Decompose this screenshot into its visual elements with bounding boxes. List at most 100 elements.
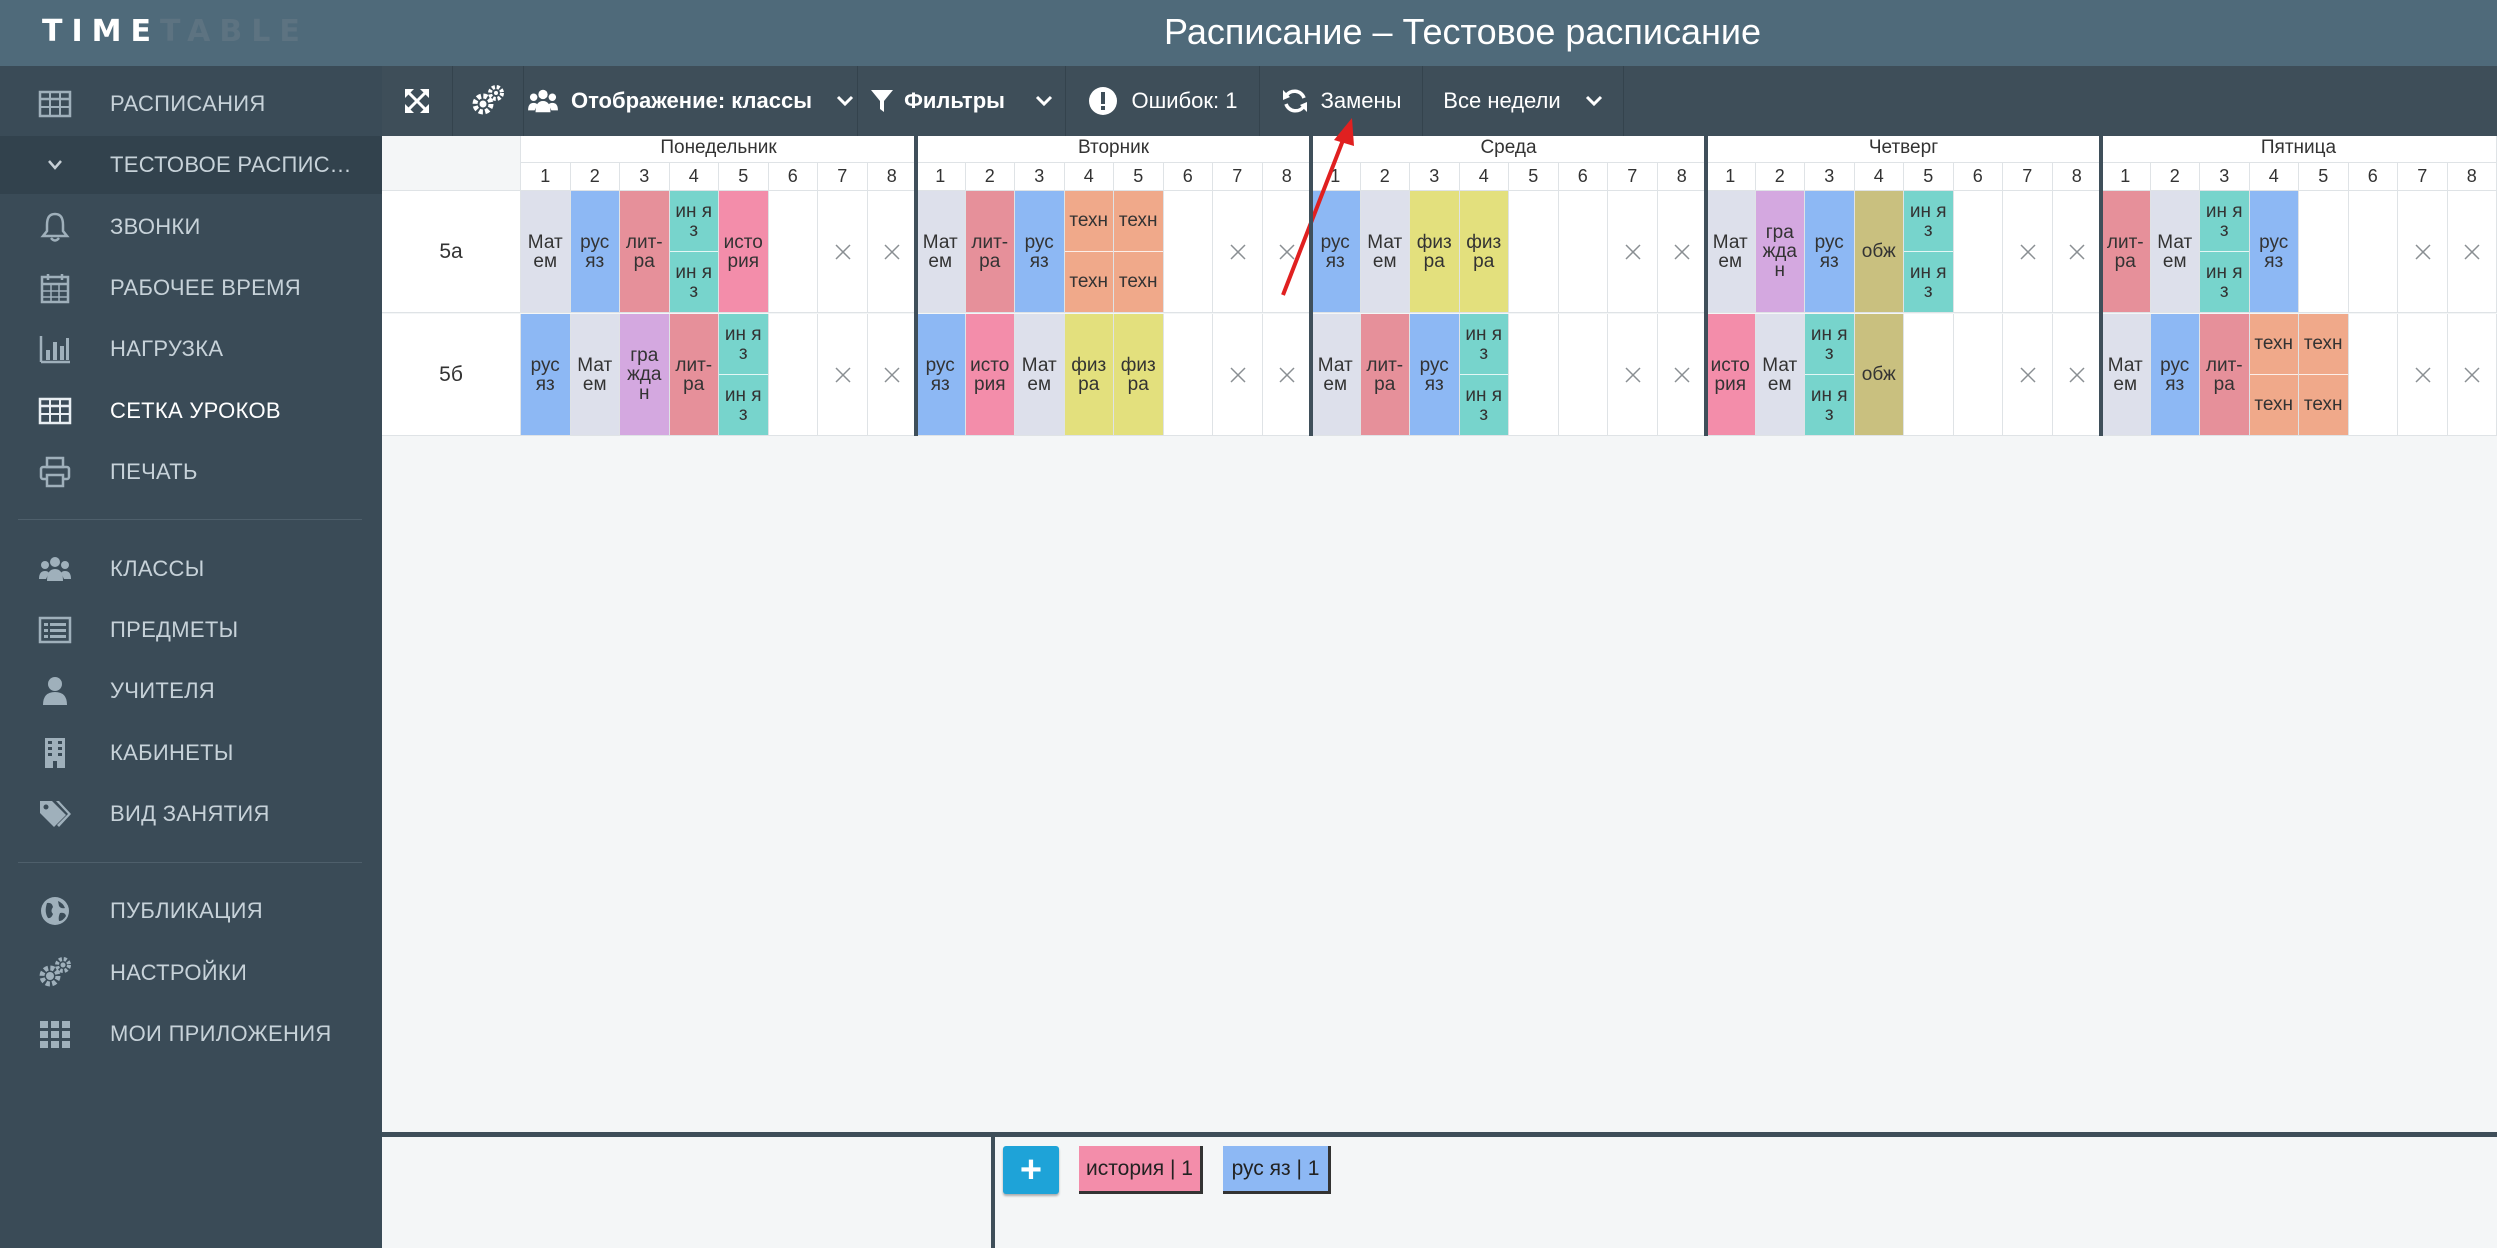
sidebar-item-work-time[interactable]: РАБОЧЕЕ ВРЕМЯ xyxy=(0,259,382,317)
lesson-card[interactable]: ин я з xyxy=(1904,191,1953,252)
weeks-dropdown[interactable]: Все недели xyxy=(1423,66,1624,136)
lesson-card[interactable]: рус яз xyxy=(521,314,570,435)
lesson-card[interactable]: ин я з xyxy=(669,251,718,312)
schedule-cell[interactable]: физ ра xyxy=(1064,314,1114,436)
schedule-cell[interactable] xyxy=(867,314,917,436)
schedule-cell[interactable] xyxy=(1163,191,1213,313)
schedule-cell[interactable] xyxy=(1904,314,1954,436)
schedule-cell[interactable] xyxy=(1608,314,1658,436)
schedule-cell[interactable] xyxy=(2003,314,2053,436)
bottom-panel-splitter[interactable] xyxy=(991,1137,995,1248)
schedule-cell[interactable]: исто рия xyxy=(965,314,1015,436)
schedule-cell[interactable] xyxy=(1558,191,1608,313)
lesson-card[interactable]: ин я з xyxy=(1904,251,1953,312)
schedule-cell[interactable]: Мат ем xyxy=(570,314,620,436)
schedule-cell[interactable] xyxy=(1657,191,1707,313)
schedule-cell[interactable]: Мат ем xyxy=(2150,191,2200,313)
display-mode-dropdown[interactable]: Отображение: классы xyxy=(524,66,858,136)
schedule-cell[interactable] xyxy=(2299,191,2349,313)
fullscreen-button[interactable] xyxy=(382,66,453,136)
schedule-cell[interactable] xyxy=(2348,191,2398,313)
lesson-card[interactable]: лит-ра xyxy=(669,314,718,435)
schedule-cell[interactable]: лит-ра xyxy=(669,314,719,436)
schedule-cell[interactable]: техн техн xyxy=(2299,314,2349,436)
schedule-cell[interactable]: техн техн xyxy=(1064,191,1114,313)
lesson-card[interactable]: обж xyxy=(1854,314,1903,435)
schedule-cell[interactable] xyxy=(1953,314,2003,436)
lesson-card[interactable]: ин я з xyxy=(719,374,768,435)
schedule-cell[interactable]: лит-ра xyxy=(1360,314,1410,436)
sidebar-item-test-schedule[interactable]: ТЕСТОВОЕ РАСПИСАНИЕ xyxy=(0,136,382,194)
lesson-card[interactable]: гра жда н xyxy=(620,314,669,435)
lesson-card[interactable]: ин я з xyxy=(2200,191,2249,252)
sidebar-item-classes[interactable]: КЛАССЫ xyxy=(0,540,382,598)
sidebar-item-workload[interactable]: НАГРУЗКА xyxy=(0,320,382,378)
sidebar-item-publication[interactable]: ПУБЛИКАЦИЯ xyxy=(0,882,382,940)
schedule-cell[interactable]: гра жда н xyxy=(620,314,670,436)
schedule-cell[interactable]: рус яз xyxy=(1015,191,1065,313)
lesson-card[interactable]: лит-ра xyxy=(2200,314,2249,435)
schedule-cell[interactable] xyxy=(1213,191,1263,313)
schedule-cell[interactable]: рус яз xyxy=(916,314,966,436)
schedule-cell[interactable]: Мат ем xyxy=(916,191,966,313)
lesson-card[interactable]: Мат ем xyxy=(1706,191,1755,312)
lesson-card[interactable]: техн xyxy=(1114,251,1163,312)
schedule-cell[interactable] xyxy=(867,191,917,313)
schedule-cell[interactable]: Мат ем xyxy=(1706,191,1756,313)
lesson-card[interactable]: Мат ем xyxy=(1015,314,1064,435)
schedule-cell[interactable]: исто рия xyxy=(719,191,769,313)
app-logo[interactable]: TIMETABLE xyxy=(42,14,309,50)
schedule-cell[interactable] xyxy=(2398,191,2448,313)
sidebar-item-bells[interactable]: ЗВОНКИ xyxy=(0,198,382,256)
schedule-cell[interactable] xyxy=(1608,191,1658,313)
schedule-cell[interactable]: Мат ем xyxy=(1755,314,1805,436)
schedule-cell[interactable]: рус яз xyxy=(1805,191,1855,313)
lesson-card[interactable]: техн xyxy=(2249,314,2298,375)
schedule-cell[interactable] xyxy=(2398,314,2448,436)
lesson-card[interactable]: техн xyxy=(2299,314,2348,375)
lesson-card[interactable]: исто рия xyxy=(1706,314,1755,435)
schedule-cell[interactable] xyxy=(1657,314,1707,436)
schedule-cell[interactable]: лит-ра xyxy=(2200,314,2250,436)
class-row-header[interactable]: 5а xyxy=(382,191,521,313)
schedule-cell[interactable]: рус яз xyxy=(1410,314,1460,436)
lesson-card[interactable]: ин я з xyxy=(1459,314,1508,375)
schedule-cell[interactable]: ин я з ин я з xyxy=(1904,191,1954,313)
lesson-card[interactable]: рус яз xyxy=(1015,191,1064,312)
lesson-card[interactable]: рус яз xyxy=(916,314,965,435)
sidebar-item-rooms[interactable]: КАБИНЕТЫ xyxy=(0,724,382,782)
lesson-card[interactable]: обж xyxy=(1854,191,1903,312)
schedule-cell[interactable]: физ ра xyxy=(1410,191,1460,313)
schedule-cell[interactable]: исто рия xyxy=(1706,314,1756,436)
filters-dropdown[interactable]: Фильтры xyxy=(858,66,1066,136)
sidebar-item-lesson-grid[interactable]: СЕТКА УРОКОВ xyxy=(0,382,382,440)
lesson-card[interactable]: гра жда н xyxy=(1755,191,1804,312)
schedule-cell[interactable]: ин я з ин я з xyxy=(719,314,769,436)
lesson-card[interactable]: ин я з xyxy=(2200,251,2249,312)
schedule-cell[interactable] xyxy=(768,191,818,313)
replacements-button[interactable]: Замены xyxy=(1260,66,1423,136)
schedule-cell[interactable]: физ ра xyxy=(1459,191,1509,313)
class-row-header[interactable]: 5б xyxy=(382,314,521,436)
schedule-cell[interactable] xyxy=(818,191,868,313)
schedule-cell[interactable]: лит-ра xyxy=(965,191,1015,313)
lesson-card[interactable]: Мат ем xyxy=(2101,314,2150,435)
lesson-card[interactable]: лит-ра xyxy=(620,191,669,312)
schedule-cell[interactable] xyxy=(1262,191,1312,313)
lesson-card[interactable]: рус яз xyxy=(1311,191,1360,312)
schedule-cell[interactable] xyxy=(1509,191,1559,313)
lesson-card[interactable]: ин я з xyxy=(1459,374,1508,435)
add-lesson-button[interactable]: + xyxy=(1003,1146,1059,1194)
sidebar-item-print[interactable]: ПЕЧАТЬ xyxy=(0,443,382,501)
lesson-card[interactable]: ин я з xyxy=(669,191,718,252)
schedule-cell[interactable]: рус яз xyxy=(1311,191,1361,313)
lesson-card[interactable]: лит-ра xyxy=(965,191,1014,312)
schedule-cell[interactable]: Мат ем xyxy=(1015,314,1065,436)
schedule-cell[interactable]: гра жда н xyxy=(1755,191,1805,313)
schedule-cell[interactable]: ин я з ин я з xyxy=(2200,191,2250,313)
sidebar-item-teachers[interactable]: УЧИТЕЛЯ xyxy=(0,662,382,720)
lesson-card[interactable]: физ ра xyxy=(1459,191,1508,312)
schedule-cell[interactable] xyxy=(2052,314,2102,436)
lesson-card[interactable]: Мат ем xyxy=(2150,191,2199,312)
schedule-cell[interactable] xyxy=(1558,314,1608,436)
